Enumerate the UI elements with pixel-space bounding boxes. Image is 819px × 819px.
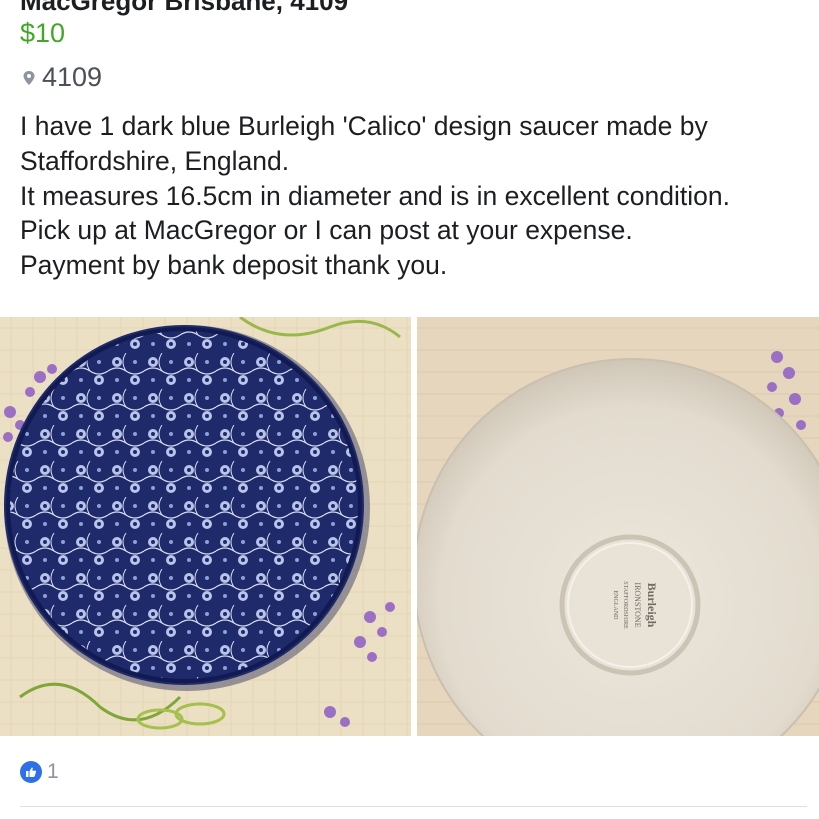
price: $10	[20, 18, 66, 48]
location[interactable]: 4109	[22, 62, 102, 93]
stamp-text: STAFFORDSHIRE	[622, 581, 628, 629]
description-line: Payment by bank deposit thank you.	[20, 250, 448, 281]
location-pin-icon	[23, 70, 35, 85]
stamp-text: Burleigh	[645, 583, 659, 628]
stamp-text: IRONSTONE	[633, 582, 642, 627]
divider	[20, 806, 807, 807]
description-line: Pick up at MacGregor or I can post at yo…	[20, 215, 633, 246]
description-line: It measures 16.5cm in diameter and is in…	[20, 180, 730, 211]
description-line: I have 1 dark blue Burleigh 'Calico' des…	[20, 111, 708, 141]
like-reaction-icon	[20, 761, 42, 783]
photo-saucer-front[interactable]	[0, 317, 411, 736]
stamp-text: ENGLAND	[612, 591, 618, 621]
reactions-bar[interactable]: 1	[20, 760, 59, 784]
listing-title: MacGregor Brisbane, 4109	[20, 0, 349, 16]
like-count: 1	[47, 760, 59, 783]
location-text: 4109	[42, 62, 103, 92]
photo-saucer-back[interactable]: Burleigh IRONSTONE STAFFORDSHIRE ENGLAND	[417, 317, 819, 736]
description-line: Staffordshire, England.	[20, 145, 290, 176]
description: I have 1 dark blue Burleigh 'Calico' des…	[20, 109, 810, 283]
